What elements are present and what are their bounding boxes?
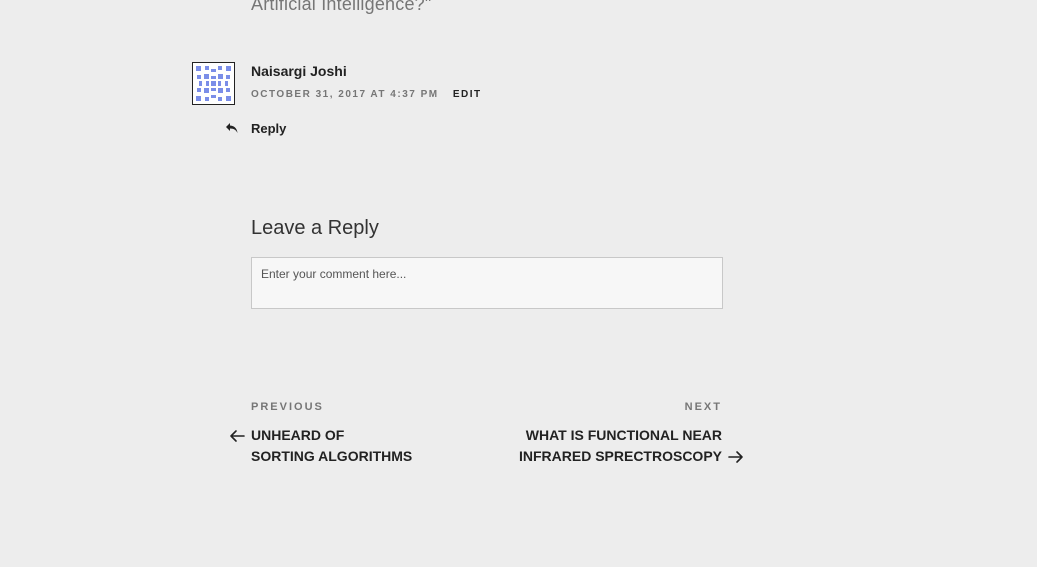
arrow-right-icon[interactable] [728, 450, 744, 464]
identicon-avatar-icon [196, 66, 231, 101]
arrow-left-icon[interactable] [229, 429, 245, 443]
avatar[interactable] [192, 62, 235, 105]
reply-link[interactable]: Reply [251, 121, 286, 136]
previous-post-label: PREVIOUS [251, 401, 324, 413]
comment-date[interactable]: OCTOBER 31, 2017 AT 4:37 PM [251, 89, 439, 100]
next-post-title-line2: INFRARED SPRECTROSCOPY [518, 448, 722, 464]
comment-metadata: OCTOBER 31, 2017 AT 4:37 PM EDIT [251, 89, 482, 100]
previous-post-title-line2: SORTING ALGORITHMS [251, 448, 413, 464]
previous-post-link[interactable]: UNHEARD OF SORTING ALGORITHMS [251, 425, 412, 467]
comment-input[interactable]: Enter your comment here... [251, 257, 723, 309]
next-post-title-line1: WHAT IS FUNCTIONAL NEAR [525, 427, 722, 443]
next-post-label: NEXT [684, 401, 722, 413]
previous-post-title-line1: UNHEARD OF [251, 427, 345, 443]
reply-icon[interactable] [225, 121, 239, 135]
leave-reply-heading: Leave a Reply [251, 217, 379, 239]
comment-edit-link[interactable]: EDIT [453, 89, 482, 100]
previous-post-title-tail: Artificial Intelligence?" [251, 0, 432, 14]
next-post-link[interactable]: WHAT IS FUNCTIONAL NEAR INFRARED SPRECTR… [519, 425, 722, 467]
comment-author-name[interactable]: Naisargi Joshi [251, 63, 347, 79]
